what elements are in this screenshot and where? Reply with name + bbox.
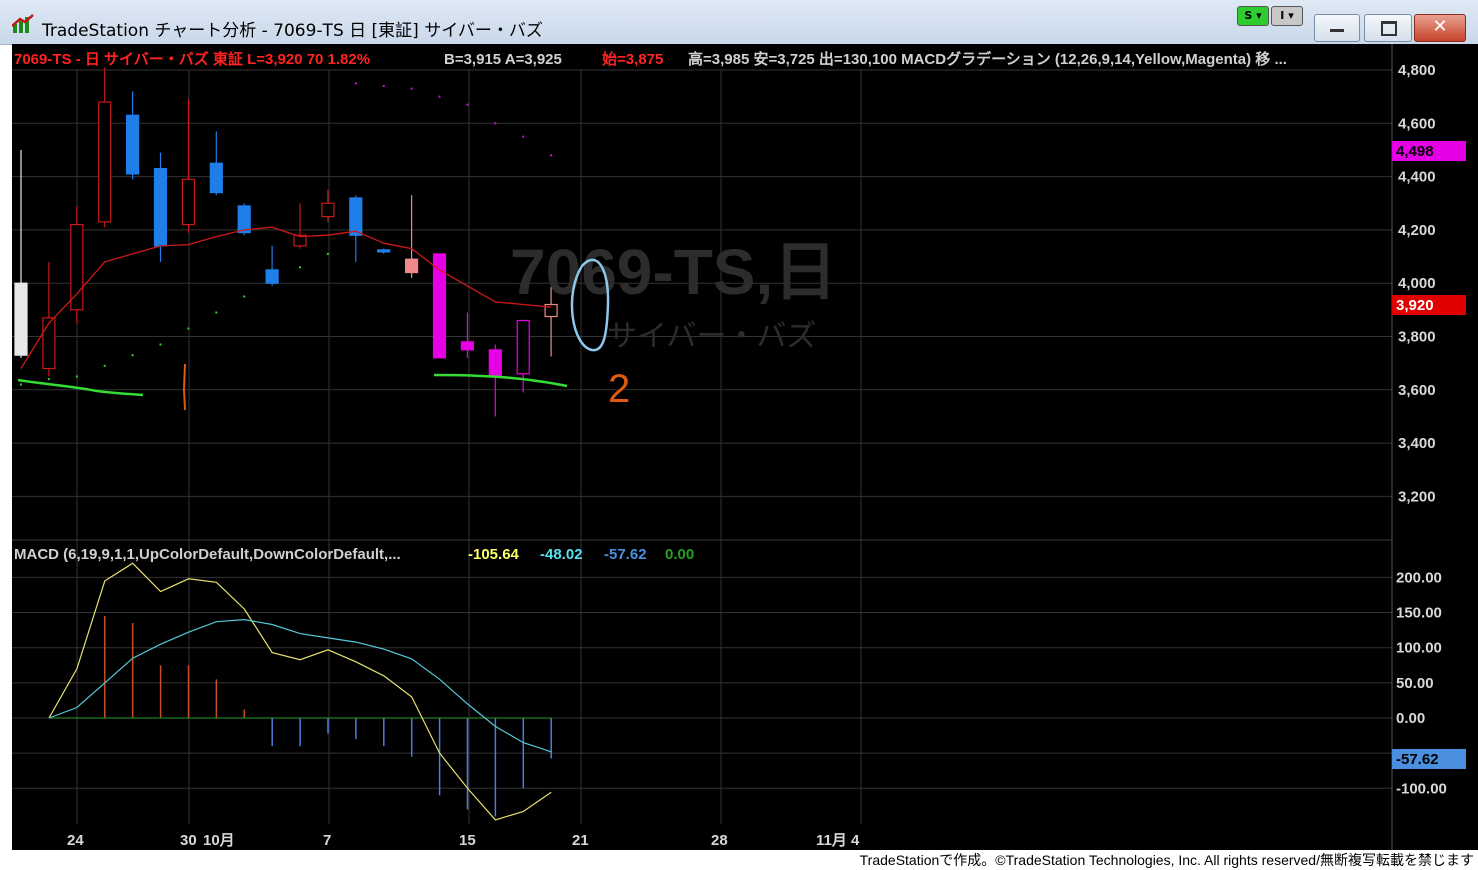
chart-area[interactable]: 7069-TS,日 サイバー・バズ 2 7069-TS - 日 サイバー・バズ … [12,44,1478,850]
dot-point [522,135,525,138]
minimize-button[interactable] [1314,14,1360,42]
i-menu-button[interactable]: I ▾ [1271,6,1303,26]
date-tick-label: 7 [323,832,331,849]
candle-body [405,258,419,274]
macd-value-blue: -57.62 [604,546,647,563]
candle-body [98,101,112,223]
candle-body [209,162,223,194]
orange-mark [182,363,186,411]
candle-body [237,205,251,234]
tradestation-logo-icon [12,14,34,33]
date-axis: 24 30 10月 7 15 21 28 11月 4 [67,832,860,849]
candle-body [42,317,56,370]
support-line-right [433,373,568,388]
s-menu-button[interactable]: S ▾ [1237,6,1269,26]
dot-point [326,252,329,255]
dot-point [159,343,162,346]
macd-label: MACD (6,19,9,1,1,UpColorDefault,DownColo… [14,546,401,563]
dot-point [103,364,106,367]
price-tick-label: 3,400 [1398,435,1436,452]
dot-point [187,327,190,330]
date-tick-label: 30 [180,832,197,849]
date-tick-label: 15 [459,832,476,849]
macd-line [48,562,552,821]
macd-tick-label: 50.00 [1396,675,1434,692]
date-tick-label: 28 [711,832,728,849]
date-tick-label: 21 [572,832,589,849]
dot-point [410,87,413,90]
candle-body [125,114,140,175]
macd-tick-label: 100.00 [1396,640,1442,657]
status-open: 始=3,875 [602,50,663,68]
macd-histogram [49,616,552,817]
price-tick-label: 4,400 [1398,169,1436,186]
status-rest: 高=3,985 安=3,725 出=130,100 MACDグラデーション (1… [688,50,1287,68]
macd-badge-blue-text: -57.62 [1396,751,1439,768]
minimize-icon [1330,29,1344,32]
candle-body [349,197,363,236]
dot-point [215,311,218,314]
close-button[interactable]: ✕ [1414,14,1466,42]
macd-tick-label: 200.00 [1396,569,1442,586]
date-tick-label: 10月 [203,832,235,849]
candle-body [153,168,168,247]
dot-point [438,95,441,98]
status-quote: B=3,915 A=3,925 [444,51,562,68]
dot-point [131,354,134,357]
dot-point [243,295,246,298]
price-tick-label: 4,000 [1398,275,1436,292]
dot-point [466,103,469,106]
dot-point [550,154,553,157]
dot-point [354,82,357,85]
title-bar[interactable]: TradeStation チャート分析 - 7069-TS 日 [東証] サイバ… [0,0,1478,45]
watermark-symbol: 7069-TS,日 [510,236,837,308]
candle-body [488,349,502,378]
date-tick-label: 24 [67,832,84,849]
price-chart[interactable]: 7069-TS,日 サイバー・バズ 2 7069-TS - 日 サイバー・バズ … [12,44,1478,850]
price-badge-red-text: 3,920 [1396,297,1434,314]
watermark: 7069-TS,日 サイバー・バズ [510,236,837,353]
date-tick-label: 11月 4 [816,832,860,849]
watermark-name: サイバー・バズ [607,320,816,353]
candles [14,67,558,417]
maximize-button[interactable] [1364,14,1412,42]
macd-tick-label: 0.00 [1396,710,1425,727]
price-tick-label: 4,600 [1398,115,1436,132]
close-icon: ✕ [1432,16,1448,37]
price-badge-magenta-text: 4,498 [1396,143,1434,160]
macd-value-yellow: -105.64 [468,546,520,563]
copyright-text: TradeStationで作成。©TradeStation Technologi… [859,852,1474,868]
candle-body [70,223,84,311]
dot-point [382,84,385,87]
candle-body [265,269,279,284]
price-tick-label: 4,200 [1398,222,1436,239]
macd-tick-label: 150.00 [1396,605,1442,622]
dot-point [494,122,497,125]
macd-value-cyan: -48.02 [540,546,583,563]
dot-point [75,375,78,378]
window-title: TradeStation チャート分析 - 7069-TS 日 [東証] サイバ… [42,21,543,41]
candle-body [321,202,335,218]
price-tick-label: 4,800 [1398,62,1436,79]
macd-tick-label: -100.00 [1396,780,1447,797]
support-line-left [17,378,144,397]
maximize-icon [1381,21,1397,36]
annotation-number: 2 [608,367,630,411]
dot-point [20,383,22,386]
price-tick-label: 3,200 [1398,488,1436,505]
price-axis: 4,800 4,600 4,400 4,200 4,000 3,800 3,600 3,400… [1398,62,1436,505]
macd-value-green: 0.00 [665,546,694,563]
candle-body [14,282,28,356]
candle-body [516,319,530,375]
price-tick-label: 3,600 [1398,382,1436,399]
footer: TradeStationで作成。©TradeStation Technologi… [0,850,1478,868]
candle-body [181,178,195,226]
candle-body [377,249,391,253]
status-symbol: 7069-TS - 日 サイバー・バズ 東証 L=3,920 70 1.82% [14,50,370,68]
dot-point [299,266,301,269]
price-tick-label: 3,800 [1398,329,1436,346]
dot-point [47,378,50,381]
candle-body [460,341,474,351]
